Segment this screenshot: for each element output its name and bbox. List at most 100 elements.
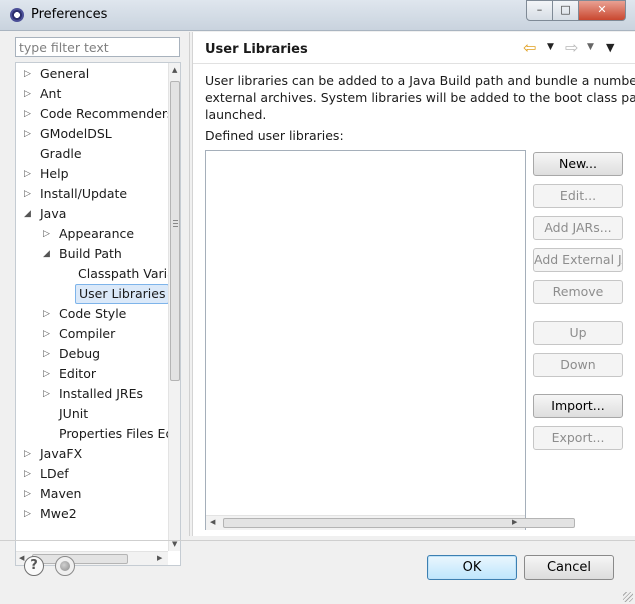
list-horizontal-scrollbar[interactable]: ◀ ▶	[206, 515, 575, 530]
pane-splitter[interactable]	[189, 32, 190, 536]
tree-item-label: JavaFX	[40, 446, 83, 461]
maximize-button[interactable]: □	[552, 0, 579, 21]
grip-line	[173, 223, 178, 224]
edit-button[interactable]: Edit...	[533, 184, 623, 208]
page-description: User libraries can be added to a Java Bu…	[205, 73, 635, 122]
collapsed-twistie-icon[interactable]: ▷	[24, 510, 32, 519]
add-external-jars-button[interactable]: Add External JARs...	[533, 248, 623, 272]
tree-item[interactable]: ▷ Ant	[16, 84, 168, 104]
tree-item[interactable]: ▷ Code Recommenders	[16, 104, 168, 124]
tree-item[interactable]: ▷ Install/Update	[16, 184, 168, 204]
collapsed-twistie-icon[interactable]: ▷	[24, 70, 32, 79]
tree-item[interactable]: ◢ Java	[16, 204, 168, 224]
tree-item[interactable]: ◢ Build Path	[16, 244, 168, 264]
tree-item[interactable]: ▷ Installed JREs	[16, 384, 168, 404]
collapsed-twistie-icon[interactable]: ▷	[24, 450, 32, 459]
user-libraries-page: User Libraries ⇦ ▼ ⇨ ▼ ▼ User libraries …	[192, 32, 635, 536]
tree-item-label: Properties Files Ed	[59, 426, 168, 441]
tree-item-label: Build Path	[59, 246, 122, 261]
tree-item[interactable]: ▷ Appearance	[16, 224, 168, 244]
tree-item[interactable]: Gradle	[16, 144, 168, 164]
scroll-right-arrow-icon[interactable]: ▶	[512, 518, 517, 526]
collapsed-twistie-icon[interactable]: ▷	[24, 170, 32, 179]
help-icon[interactable]: ?	[24, 556, 44, 576]
tree-item-label: Java	[40, 206, 67, 221]
tree-item-label: Code Style	[59, 306, 127, 321]
window-title-bar[interactable]: Preferences – □ ✕	[0, 0, 635, 31]
scroll-left-arrow-icon[interactable]: ◀	[19, 554, 24, 562]
filter-input[interactable]	[15, 37, 180, 57]
expanded-twistie-icon[interactable]: ◢	[24, 210, 32, 219]
scroll-down-arrow-icon[interactable]: ▼	[172, 540, 177, 548]
tree-horizontal-scroll-thumb[interactable]	[32, 554, 128, 564]
tree-item-label: Help	[40, 166, 69, 181]
collapsed-twistie-icon[interactable]: ▷	[24, 190, 32, 199]
tree-item[interactable]: ▷ GModelDSL	[16, 124, 168, 144]
tree-item-label: Gradle	[40, 146, 82, 161]
list-horizontal-scroll-thumb[interactable]	[223, 518, 575, 528]
tree-item[interactable]: User Libraries	[16, 284, 168, 304]
grip-line	[173, 220, 178, 221]
tree-item[interactable]: ▷ Help	[16, 164, 168, 184]
remove-button[interactable]: Remove	[533, 280, 623, 304]
collapsed-twistie-icon[interactable]: ▷	[24, 110, 32, 119]
import-button[interactable]: Import...	[533, 394, 623, 418]
grip-line	[173, 226, 178, 227]
tree-item[interactable]: JUnit	[16, 404, 168, 424]
scroll-up-arrow-icon[interactable]: ▲	[172, 66, 177, 74]
tree-item-label: Install/Update	[40, 186, 128, 201]
back-history-dropdown-icon[interactable]: ▼	[547, 43, 554, 52]
tree-item[interactable]: ▷ JavaFX	[16, 444, 168, 464]
expanded-twistie-icon[interactable]: ◢	[43, 250, 51, 259]
collapsed-twistie-icon[interactable]: ▷	[43, 330, 51, 339]
add-jars-button[interactable]: Add JARs...	[533, 216, 623, 240]
scroll-left-arrow-icon[interactable]: ◀	[210, 518, 215, 526]
tree-item[interactable]: ▷ LDef	[16, 464, 168, 484]
tree-item-label: Appearance	[59, 226, 135, 241]
tree-item-label: Installed JREs	[59, 386, 144, 401]
collapsed-twistie-icon[interactable]: ▷	[24, 470, 32, 479]
collapsed-twistie-icon[interactable]: ▷	[24, 90, 32, 99]
forward-history-dropdown-icon[interactable]: ▼	[587, 43, 594, 52]
tree-item[interactable]: Classpath Varia	[16, 264, 168, 284]
collapsed-twistie-icon[interactable]: ▷	[24, 490, 32, 499]
preferences-navigation: ▷ General ▷ Ant ▷ Code Recommenders ▷ GModelDSL…	[8, 32, 184, 566]
cancel-button[interactable]: Cancel	[524, 555, 614, 580]
ok-button[interactable]: OK	[427, 555, 517, 580]
tree-item[interactable]: ▷ Mwe2	[16, 504, 168, 524]
collapsed-twistie-icon[interactable]: ▷	[43, 390, 51, 399]
collapsed-twistie-icon[interactable]: ▷	[24, 130, 32, 139]
down-button[interactable]: Down	[533, 353, 623, 377]
tree-item[interactable]: ▷ Compiler	[16, 324, 168, 344]
open-preferences-import-icon[interactable]	[55, 556, 75, 576]
tree-item[interactable]: ▷ Code Style	[16, 304, 168, 324]
tree-item-label: LDef	[40, 466, 69, 481]
tree-item-label: Debug	[59, 346, 101, 361]
collapsed-twistie-icon[interactable]: ▷	[43, 370, 51, 379]
collapsed-twistie-icon[interactable]: ▷	[43, 230, 51, 239]
tree-item-label: Mwe2	[40, 506, 77, 521]
collapsed-twistie-icon[interactable]: ▷	[43, 310, 51, 319]
preferences-tree: ▷ General ▷ Ant ▷ Code Recommenders ▷ GModelDSL…	[15, 62, 181, 566]
tree-item[interactable]: ▷ Editor	[16, 364, 168, 384]
tree-item[interactable]: ▷ Maven	[16, 484, 168, 504]
tree-item[interactable]: ▷ Debug	[16, 344, 168, 364]
tree-item[interactable]: ▷ General	[16, 64, 168, 84]
view-menu-icon[interactable]: ▼	[606, 42, 614, 53]
forward-arrow-icon[interactable]: ⇨	[565, 39, 578, 57]
new-button[interactable]: New...	[533, 152, 623, 176]
tree-item[interactable]: Properties Files Ed	[16, 424, 168, 444]
up-button[interactable]: Up	[533, 321, 623, 345]
back-arrow-icon[interactable]: ⇦	[523, 39, 536, 57]
export-button[interactable]: Export...	[533, 426, 623, 450]
resize-grip[interactable]	[623, 592, 633, 602]
minimize-button[interactable]: –	[526, 0, 553, 21]
tree-vertical-scrollbar[interactable]: ▲ ▼	[168, 63, 180, 551]
user-libraries-list[interactable]: ◀ ▶	[205, 150, 575, 530]
footer-separator	[0, 540, 635, 541]
tree-item-label: Compiler	[59, 326, 116, 341]
close-button[interactable]: ✕	[578, 0, 626, 21]
scroll-right-arrow-icon[interactable]: ▶	[157, 554, 162, 562]
tree-vertical-scroll-thumb[interactable]	[170, 81, 180, 381]
collapsed-twistie-icon[interactable]: ▷	[43, 350, 51, 359]
